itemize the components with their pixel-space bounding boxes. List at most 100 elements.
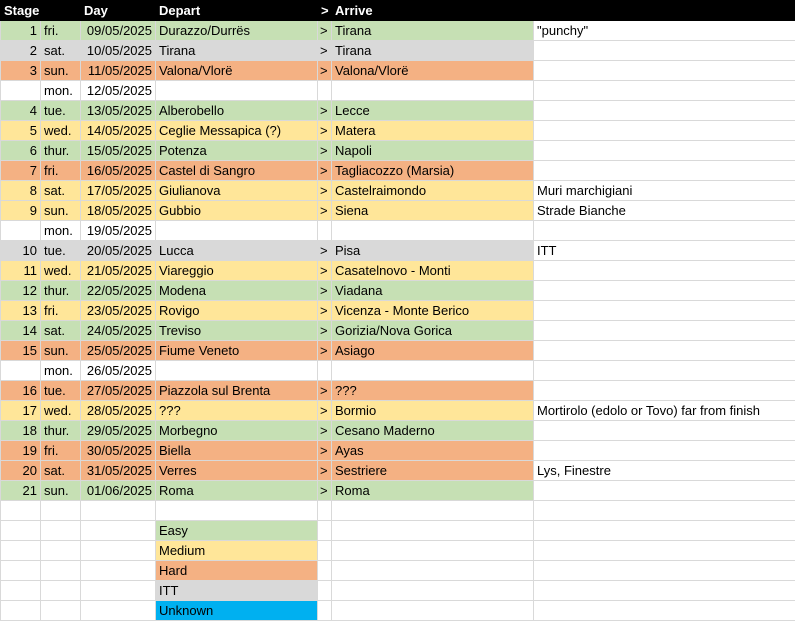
notes-cell[interactable] [533, 300, 795, 321]
arrive-cell[interactable]: Viadana [331, 280, 534, 301]
arrow-cell[interactable]: > [317, 320, 332, 341]
notes-cell[interactable] [533, 280, 795, 301]
depart-cell[interactable]: Rovigo [155, 300, 318, 321]
arrow-cell[interactable]: > [317, 480, 332, 501]
date-cell[interactable]: 10/05/2025 [80, 40, 156, 61]
arrow-cell[interactable]: > [317, 340, 332, 361]
notes-cell[interactable] [533, 60, 795, 81]
date-cell[interactable]: 19/05/2025 [80, 220, 156, 241]
arrive-cell[interactable]: Tirana [331, 20, 534, 41]
arrive-cell[interactable]: Vicenza - Monte Berico [331, 300, 534, 321]
arrive-cell[interactable]: Valona/Vlorë [331, 60, 534, 81]
depart-cell[interactable]: Potenza [155, 140, 318, 161]
stage-cell[interactable]: 19 [0, 440, 41, 461]
notes-cell[interactable] [533, 380, 795, 401]
empty-cell[interactable] [533, 600, 795, 621]
stage-cell[interactable]: 13 [0, 300, 41, 321]
arrow-cell[interactable]: > [317, 420, 332, 441]
date-cell[interactable]: 13/05/2025 [80, 100, 156, 121]
arrow-cell[interactable] [317, 220, 332, 241]
legend-medium[interactable]: Medium [155, 540, 318, 561]
depart-cell[interactable]: Giulianova [155, 180, 318, 201]
depart-cell[interactable]: Piazzola sul Brenta [155, 380, 318, 401]
arrive-cell[interactable]: Ayas [331, 440, 534, 461]
stage-cell[interactable]: 3 [0, 60, 41, 81]
arrive-cell[interactable]: Lecce [331, 100, 534, 121]
notes-cell[interactable] [533, 100, 795, 121]
empty-cell[interactable] [317, 580, 332, 601]
date-cell[interactable]: 16/05/2025 [80, 160, 156, 181]
depart-cell[interactable]: Ceglie Messapica (?) [155, 120, 318, 141]
arrow-cell[interactable]: > [317, 260, 332, 281]
depart-cell[interactable]: Treviso [155, 320, 318, 341]
stage-cell[interactable]: 12 [0, 280, 41, 301]
arrive-cell[interactable] [331, 80, 534, 101]
arrive-cell[interactable]: Napoli [331, 140, 534, 161]
empty-cell[interactable] [533, 500, 795, 521]
empty-cell[interactable] [533, 540, 795, 561]
empty-cell[interactable] [331, 500, 534, 521]
date-cell[interactable]: 26/05/2025 [80, 360, 156, 381]
stage-cell[interactable]: 21 [0, 480, 41, 501]
day-of-week-cell[interactable]: mon. [40, 360, 81, 381]
arrive-cell[interactable]: Tagliacozzo (Marsia) [331, 160, 534, 181]
depart-cell[interactable]: Lucca [155, 240, 318, 261]
arrive-cell[interactable]: Siena [331, 200, 534, 221]
legend-easy[interactable]: Easy [155, 520, 318, 541]
day-of-week-cell[interactable]: mon. [40, 80, 81, 101]
day-of-week-cell[interactable]: thur. [40, 420, 81, 441]
empty-cell[interactable] [331, 560, 534, 581]
stage-cell[interactable]: 14 [0, 320, 41, 341]
notes-cell[interactable] [533, 80, 795, 101]
day-of-week-cell[interactable]: wed. [40, 120, 81, 141]
empty-cell[interactable] [0, 560, 41, 581]
legend-unknown[interactable]: Unknown [155, 600, 318, 621]
day-of-week-cell[interactable]: fri. [40, 300, 81, 321]
depart-cell[interactable]: Fiume Veneto [155, 340, 318, 361]
empty-cell[interactable] [331, 540, 534, 561]
date-cell[interactable]: 21/05/2025 [80, 260, 156, 281]
depart-cell[interactable]: Biella [155, 440, 318, 461]
stage-cell[interactable]: 7 [0, 160, 41, 181]
header-notes[interactable] [533, 0, 795, 21]
legend-itt[interactable]: ITT [155, 580, 318, 601]
stage-cell[interactable]: 15 [0, 340, 41, 361]
notes-cell[interactable]: Strade Bianche [533, 200, 795, 221]
day-of-week-cell[interactable]: fri. [40, 20, 81, 41]
arrow-cell[interactable]: > [317, 180, 332, 201]
day-of-week-cell[interactable]: sun. [40, 200, 81, 221]
header-dow[interactable] [40, 0, 81, 21]
arrive-cell[interactable] [331, 220, 534, 241]
depart-cell[interactable]: Viareggio [155, 260, 318, 281]
empty-cell[interactable] [0, 540, 41, 561]
empty-cell[interactable] [0, 580, 41, 601]
empty-cell[interactable] [80, 540, 156, 561]
arrow-cell[interactable]: > [317, 40, 332, 61]
date-cell[interactable]: 17/05/2025 [80, 180, 156, 201]
empty-cell[interactable] [317, 600, 332, 621]
notes-cell[interactable] [533, 360, 795, 381]
depart-cell[interactable]: Morbegno [155, 420, 318, 441]
header-stage[interactable]: Stage [0, 0, 41, 21]
depart-cell[interactable]: Durazzo/Durrës [155, 20, 318, 41]
empty-cell[interactable] [80, 520, 156, 541]
arrive-cell[interactable]: Pisa [331, 240, 534, 261]
notes-cell[interactable] [533, 220, 795, 241]
date-cell[interactable]: 24/05/2025 [80, 320, 156, 341]
depart-cell[interactable]: Verres [155, 460, 318, 481]
day-of-week-cell[interactable]: fri. [40, 440, 81, 461]
depart-cell[interactable] [155, 220, 318, 241]
arrow-cell[interactable]: > [317, 120, 332, 141]
empty-cell[interactable] [40, 600, 81, 621]
header-depart[interactable]: Depart [155, 0, 318, 21]
empty-cell[interactable] [317, 520, 332, 541]
arrow-cell[interactable] [317, 80, 332, 101]
notes-cell[interactable]: Mortirolo (edolo or Tovo) far from finis… [533, 400, 795, 421]
day-of-week-cell[interactable]: sun. [40, 480, 81, 501]
arrow-cell[interactable]: > [317, 280, 332, 301]
empty-cell[interactable] [533, 560, 795, 581]
date-cell[interactable]: 09/05/2025 [80, 20, 156, 41]
stage-cell[interactable]: 10 [0, 240, 41, 261]
arrive-cell[interactable]: Casatelnovo - Monti [331, 260, 534, 281]
stage-cell[interactable] [0, 360, 41, 381]
